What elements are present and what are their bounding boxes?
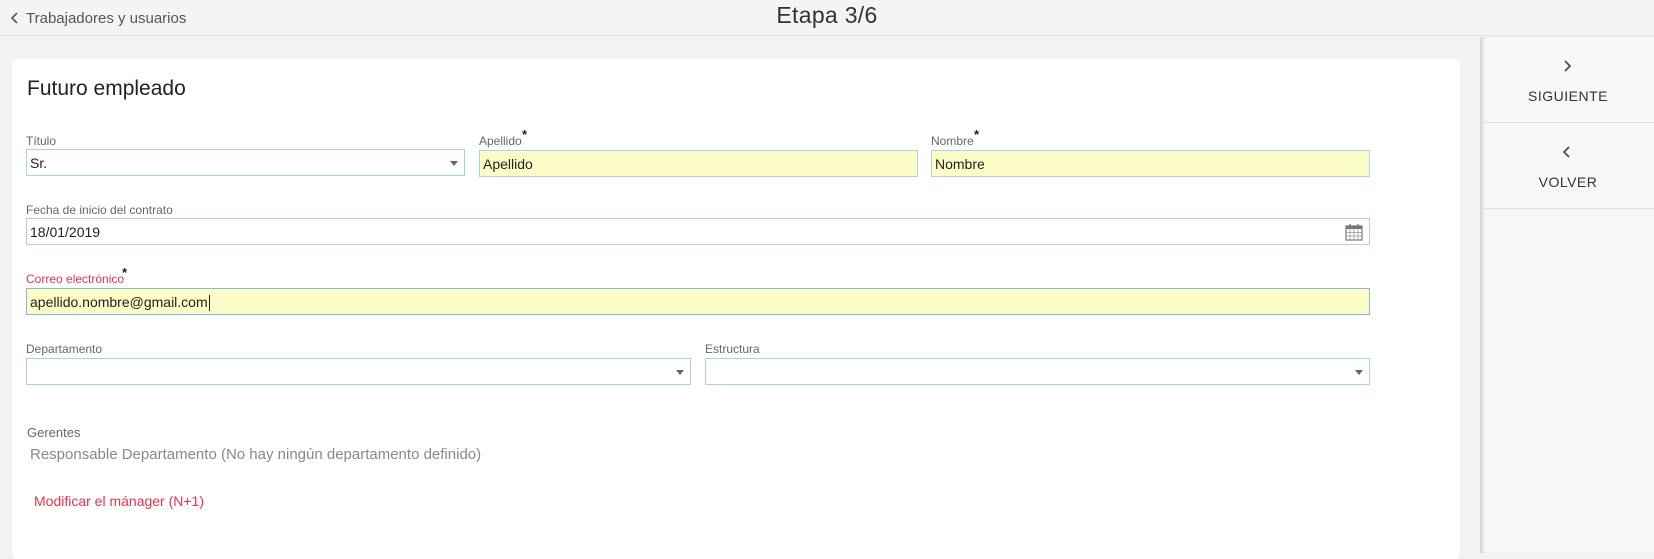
correo-input[interactable]: apellido.nombre@gmail.com — [26, 288, 1370, 315]
step-title: Etapa 3/6 — [776, 2, 878, 28]
fecha-input[interactable]: 18/01/2019 — [26, 218, 1370, 245]
nombre-required-mark: * — [974, 127, 980, 142]
titulo-value: Sr. — [30, 155, 48, 171]
form-title: Futuro empleado — [27, 77, 186, 100]
estructura-select[interactable] — [705, 358, 1370, 385]
apellido-required-mark: * — [522, 127, 528, 142]
titulo-select[interactable]: Sr. — [26, 149, 465, 176]
top-bar: Trabajadores y usuarios Etapa 3/6 — [0, 0, 1654, 36]
gerentes-text: Responsable Departamento (No hay ningún … — [30, 446, 482, 463]
estructura-label: Estructura — [705, 342, 760, 356]
next-button[interactable]: SIGUIENTE — [1482, 37, 1654, 123]
nombre-input[interactable]: Nombre — [931, 150, 1370, 177]
departamento-select[interactable] — [26, 358, 691, 385]
correo-value: apellido.nombre@gmail.com — [30, 294, 208, 310]
modify-manager-link[interactable]: Modificar el mánager (N+1) — [34, 493, 204, 509]
chevron-left-icon — [1562, 146, 1570, 158]
gerentes-label: Gerentes — [27, 425, 81, 440]
back-button-label: VOLVER — [1538, 174, 1598, 190]
departamento-label: Departamento — [26, 342, 103, 356]
form-card: Futuro empleado Título Sr. Apellido * Ap… — [12, 59, 1460, 559]
dropdown-arrow-icon — [1355, 370, 1363, 375]
main-area: Futuro empleado Título Sr. Apellido * Ap… — [0, 37, 1480, 559]
fecha-value: 18/01/2019 — [30, 224, 101, 240]
apellido-label: Apellido — [479, 134, 522, 148]
correo-required-mark: * — [122, 265, 128, 280]
next-button-label: SIGUIENTE — [1528, 88, 1608, 104]
apellido-value: Apellido — [483, 156, 533, 172]
calendar-icon[interactable] — [1345, 223, 1363, 241]
titulo-label: Título — [26, 134, 57, 148]
fecha-label: Fecha de inicio del contrato — [26, 203, 173, 217]
correo-label: Correo electrónico — [26, 272, 125, 286]
nombre-value: Nombre — [935, 156, 985, 172]
back-button[interactable]: VOLVER — [1482, 123, 1654, 209]
chevron-right-icon — [1564, 60, 1572, 72]
text-caret — [208, 295, 210, 312]
action-sidebar: SIGUIENTE VOLVER — [1480, 37, 1654, 553]
apellido-input[interactable]: Apellido — [479, 150, 918, 177]
dropdown-arrow-icon — [676, 370, 684, 375]
dropdown-arrow-icon — [450, 161, 458, 166]
nombre-label: Nombre — [931, 134, 974, 148]
